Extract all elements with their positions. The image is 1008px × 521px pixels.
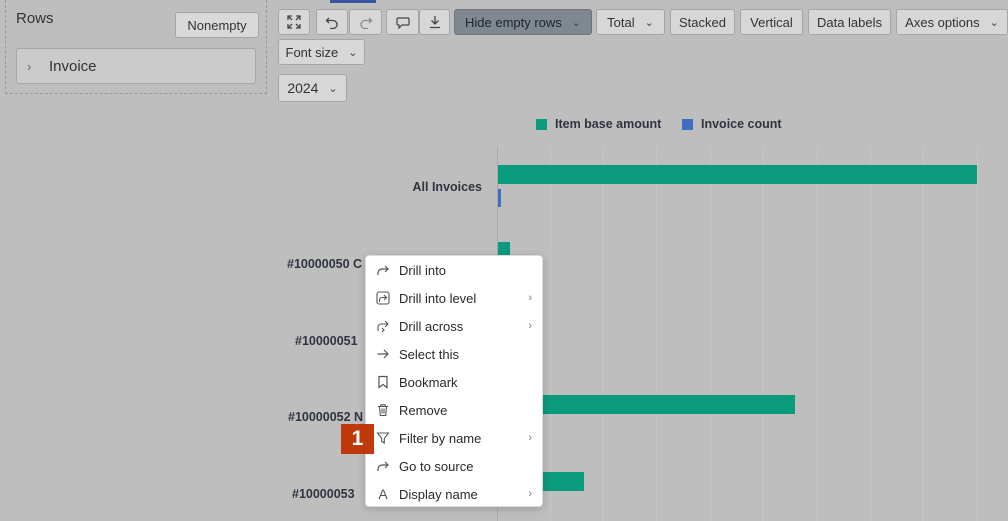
menu-item-label: Bookmark — [399, 374, 458, 390]
menu-item-go-to-source[interactable]: Go to source — [366, 452, 542, 480]
stacked-button[interactable]: Stacked — [670, 9, 735, 35]
step-number-badge: 1 — [341, 424, 374, 454]
bookmark-icon — [375, 374, 391, 390]
category-label[interactable]: #10000053 — [292, 487, 355, 501]
gridline — [817, 147, 818, 521]
menu-item-label: Go to source — [399, 458, 474, 474]
rows-title: Rows — [16, 10, 54, 27]
legend-swatch — [682, 118, 693, 130]
bar-invoice-count[interactable] — [498, 189, 501, 207]
gridline — [603, 147, 604, 521]
menu-item-label: Drill into — [399, 262, 446, 278]
drill-level-icon — [375, 290, 391, 306]
category-label[interactable]: #10000052 N — [288, 410, 363, 424]
filter-icon — [375, 430, 391, 446]
menu-item-label: Filter by name — [399, 430, 482, 446]
bar-item-base-amount[interactable] — [498, 165, 977, 184]
drill-across-icon — [375, 318, 391, 334]
invoice-dimension-chip[interactable]: › Invoice — [16, 48, 256, 84]
gridline — [870, 147, 871, 521]
trash-icon — [375, 402, 391, 418]
legend-item-invoice-count[interactable]: Invoice count — [682, 117, 782, 131]
menu-item-drill-into-level[interactable]: Drill into level › — [366, 284, 542, 312]
undo-icon — [325, 17, 338, 29]
gridline — [923, 147, 924, 521]
chevron-down-icon: ⌄ — [328, 82, 338, 95]
rows-panel: Rows Nonempty › Invoice — [5, 0, 267, 94]
category-label[interactable]: #10000051 — [295, 334, 358, 348]
data-labels-label: Data labels — [816, 14, 883, 30]
fullscreen-button[interactable] — [278, 9, 310, 35]
chevron-right-icon: › — [528, 320, 532, 332]
gridline — [977, 147, 978, 521]
font-size-dropdown[interactable]: Font size ⌄ — [278, 39, 365, 65]
redo-button[interactable] — [349, 9, 382, 35]
download-button[interactable] — [419, 9, 450, 35]
year-label: 2024 — [287, 80, 319, 96]
comment-button[interactable] — [386, 9, 419, 35]
category-label[interactable]: All Invoices — [413, 180, 482, 194]
drill-icon — [375, 262, 391, 278]
menu-item-drill-across[interactable]: Drill across › — [366, 312, 542, 340]
legend-swatch — [536, 118, 547, 130]
font-size-label: Font size — [285, 44, 339, 60]
total-label: Total — [607, 14, 635, 30]
vertical-button[interactable]: Vertical — [740, 9, 803, 35]
chevron-down-icon: ⌄ — [644, 16, 654, 29]
font-icon: A — [378, 486, 388, 502]
hide-empty-rows-dropdown[interactable]: Hide empty rows ⌄ — [454, 9, 592, 35]
menu-item-filter-by-name[interactable]: Filter by name › — [366, 424, 542, 452]
legend-label: Item base amount — [555, 117, 662, 131]
go-to-source-icon — [375, 458, 391, 474]
total-dropdown[interactable]: Total ⌄ — [596, 9, 665, 35]
nonempty-button[interactable]: Nonempty — [175, 12, 259, 38]
menu-item-label: Remove — [399, 402, 448, 418]
menu-item-label: Drill into level — [399, 290, 477, 306]
chevron-down-icon: ⌄ — [989, 16, 999, 29]
menu-item-bookmark[interactable]: Bookmark — [366, 368, 542, 396]
axes-options-dropdown[interactable]: Axes options ⌄ — [896, 9, 1008, 35]
redo-icon — [359, 17, 372, 29]
menu-item-label: Select this — [399, 346, 459, 362]
arrow-right-icon — [375, 346, 391, 362]
active-tab-indicator — [330, 0, 376, 3]
menu-item-display-name[interactable]: A Display name › — [366, 480, 542, 508]
chevron-right-icon: › — [528, 292, 532, 304]
data-labels-button[interactable]: Data labels — [808, 9, 891, 35]
gridline — [763, 147, 764, 521]
download-icon — [429, 16, 440, 29]
hide-empty-rows-label: Hide empty rows — [464, 14, 562, 30]
stacked-label: Stacked — [679, 14, 726, 30]
category-label[interactable]: #10000050 C — [287, 257, 362, 271]
chevron-down-icon: ⌄ — [348, 46, 358, 59]
legend-label: Invoice count — [701, 117, 782, 131]
expand-icon — [287, 15, 301, 29]
axes-options-label: Axes options — [905, 14, 980, 30]
menu-item-remove[interactable]: Remove — [366, 396, 542, 424]
invoice-chip-label: Invoice — [49, 57, 97, 75]
legend-item-item-base-amount[interactable]: Item base amount — [536, 117, 661, 131]
menu-item-label: Drill across — [399, 318, 464, 334]
chevron-right-icon: › — [528, 432, 532, 444]
context-menu: Drill into Drill into level › Drill acro… — [365, 255, 543, 507]
vertical-label: Vertical — [750, 14, 793, 30]
chevron-right-icon: › — [528, 488, 532, 500]
chevron-down-icon: ⌄ — [571, 16, 582, 29]
undo-button[interactable] — [316, 9, 348, 35]
menu-item-select-this[interactable]: Select this — [366, 340, 542, 368]
menu-item-drill-into[interactable]: Drill into — [366, 256, 542, 284]
gridline — [710, 147, 711, 521]
gridline — [550, 147, 551, 521]
gridline — [656, 147, 657, 521]
comment-icon — [395, 17, 410, 29]
menu-item-label: Display name — [399, 486, 478, 502]
chevron-right-icon[interactable]: › — [27, 59, 39, 74]
year-dropdown[interactable]: 2024 ⌄ — [278, 74, 347, 102]
